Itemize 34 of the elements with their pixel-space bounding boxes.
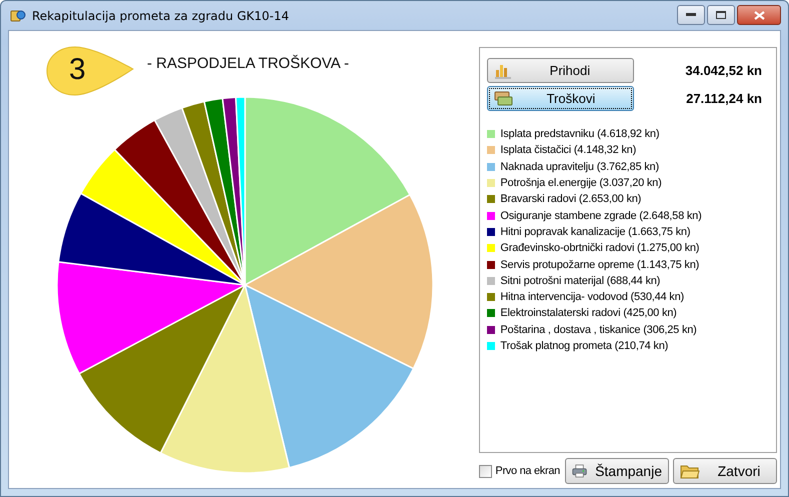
checkbox-label: Prvo na ekran (495, 465, 560, 477)
minimize-icon (686, 13, 696, 17)
maximize-button[interactable] (707, 5, 735, 25)
checkbox[interactable] (479, 464, 492, 478)
legend-label: Bravarski radovi (2.653,00 kn) (500, 193, 642, 206)
legend-label: Osiguranje stambene zgrade (2.648,58 kn) (500, 210, 702, 222)
print-button[interactable]: Štampanje (565, 458, 669, 484)
banknotes-icon (494, 90, 514, 108)
legend-label: Hitni popravak kanalizacije (1.663,75 kn) (500, 226, 690, 238)
minimize-button[interactable] (677, 5, 705, 25)
step-number: 3 (69, 53, 86, 87)
legend-label: Servis protupožarne opreme (1.143,75 kn) (500, 258, 700, 271)
total-amount: 27.112,24 kn (686, 91, 762, 106)
legend-label: Naknada upravitelju (3.762,85 kn) (500, 160, 659, 173)
close-icon (754, 10, 764, 20)
close-form-button[interactable]: Zatvori (673, 458, 777, 484)
legend-label: Građevinsko-obrtnički radovi (1.275,00 kn) (500, 242, 700, 254)
total-button[interactable]: Prihodi (487, 58, 634, 83)
legend-label: Isplata čistačici (4.148,32 kn) (500, 144, 636, 156)
legend-label: Potrošnja el.energije (3.037,20 kn) (500, 177, 662, 190)
close-button[interactable] (737, 5, 781, 25)
app-icon (10, 8, 26, 22)
total-button[interactable]: Troškovi (487, 86, 634, 111)
legend-label: Sitni potrošni materijal (688,44 kn) (500, 274, 660, 287)
maximize-icon (716, 11, 726, 19)
window-title: Rekapitulacija prometa za zgradu GK10-14 (32, 8, 290, 22)
printer-icon (572, 462, 588, 480)
legend-label: Hitna intervencija- vodovod (530,44 kn) (500, 291, 684, 304)
chart-title: - RASPODJELA TROŠKOVA - (147, 55, 350, 72)
total-amount: 34.042,52 kn (685, 63, 762, 78)
legend-label: Trošak platnog prometa (210,74 kn) (500, 340, 668, 352)
legend-label: Poštarina , dostava , tiskanice (306,25 kn) (500, 324, 697, 336)
legend-label: Isplata predstavniku (4.618,92 kn) (500, 128, 660, 140)
legend-label: Elektroinstalaterski radovi (425,00 kn) (500, 307, 677, 320)
